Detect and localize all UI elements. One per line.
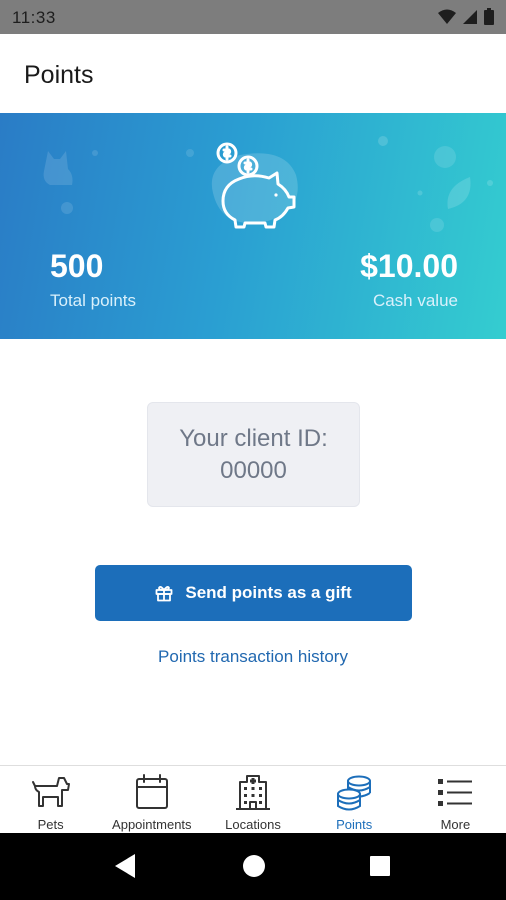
gift-icon <box>155 585 173 602</box>
back-icon[interactable] <box>113 853 137 879</box>
client-id-label: Your client ID: <box>179 425 328 452</box>
status-bar: 11:33 <box>0 0 506 34</box>
nav-item-appointments[interactable]: Appointments <box>101 766 202 833</box>
battery-icon <box>484 8 494 25</box>
nav-item-pets[interactable]: Pets <box>0 766 101 833</box>
total-points-value: 500 <box>50 248 104 284</box>
client-id-value: 00000 <box>220 457 287 484</box>
nav-label-pets: Pets <box>37 817 64 832</box>
points-history-link[interactable]: Points transaction history <box>0 647 506 667</box>
coins-icon <box>337 775 372 811</box>
nav-label-appointments: Appointments <box>112 817 192 832</box>
dog-icon <box>31 777 70 807</box>
system-navigation-bar <box>0 833 506 900</box>
nav-item-points[interactable]: Points <box>304 766 405 833</box>
total-points-label: Total points <box>50 291 136 310</box>
nav-item-locations[interactable]: Locations <box>202 766 303 833</box>
home-icon[interactable] <box>242 853 266 879</box>
cash-value-value: $10.00 <box>360 248 458 284</box>
nav-label-points: Points <box>336 817 373 832</box>
client-id-card: Your client ID: 00000 <box>147 402 360 507</box>
building-icon <box>236 775 270 810</box>
nav-label-locations: Locations <box>225 817 281 832</box>
page-title: Points <box>24 61 94 89</box>
wifi-icon <box>438 9 456 24</box>
piggy-bank-icon <box>216 142 296 229</box>
nav-label-more: More <box>440 817 471 832</box>
bottom-nav: Pets Appointments Locations Points More <box>0 765 506 833</box>
send-gift-label: Send points as a gift <box>185 583 352 602</box>
app-bar: Points <box>0 34 506 114</box>
status-icons <box>438 8 494 25</box>
total-points-stat: 500 Total points <box>50 248 136 311</box>
points-banner: 500 Total points $10.00 Cash value <box>0 113 506 339</box>
send-gift-button[interactable]: Send points as a gift <box>95 565 412 621</box>
status-time: 11:33 <box>12 8 56 27</box>
list-icon <box>438 779 473 806</box>
calendar-icon <box>135 774 168 809</box>
nav-item-more[interactable]: More <box>405 766 506 833</box>
cash-value-stat: $10.00 Cash value <box>360 248 458 311</box>
cash-value-label: Cash value <box>372 291 458 310</box>
recents-icon[interactable] <box>369 853 391 879</box>
signal-icon <box>463 9 477 24</box>
